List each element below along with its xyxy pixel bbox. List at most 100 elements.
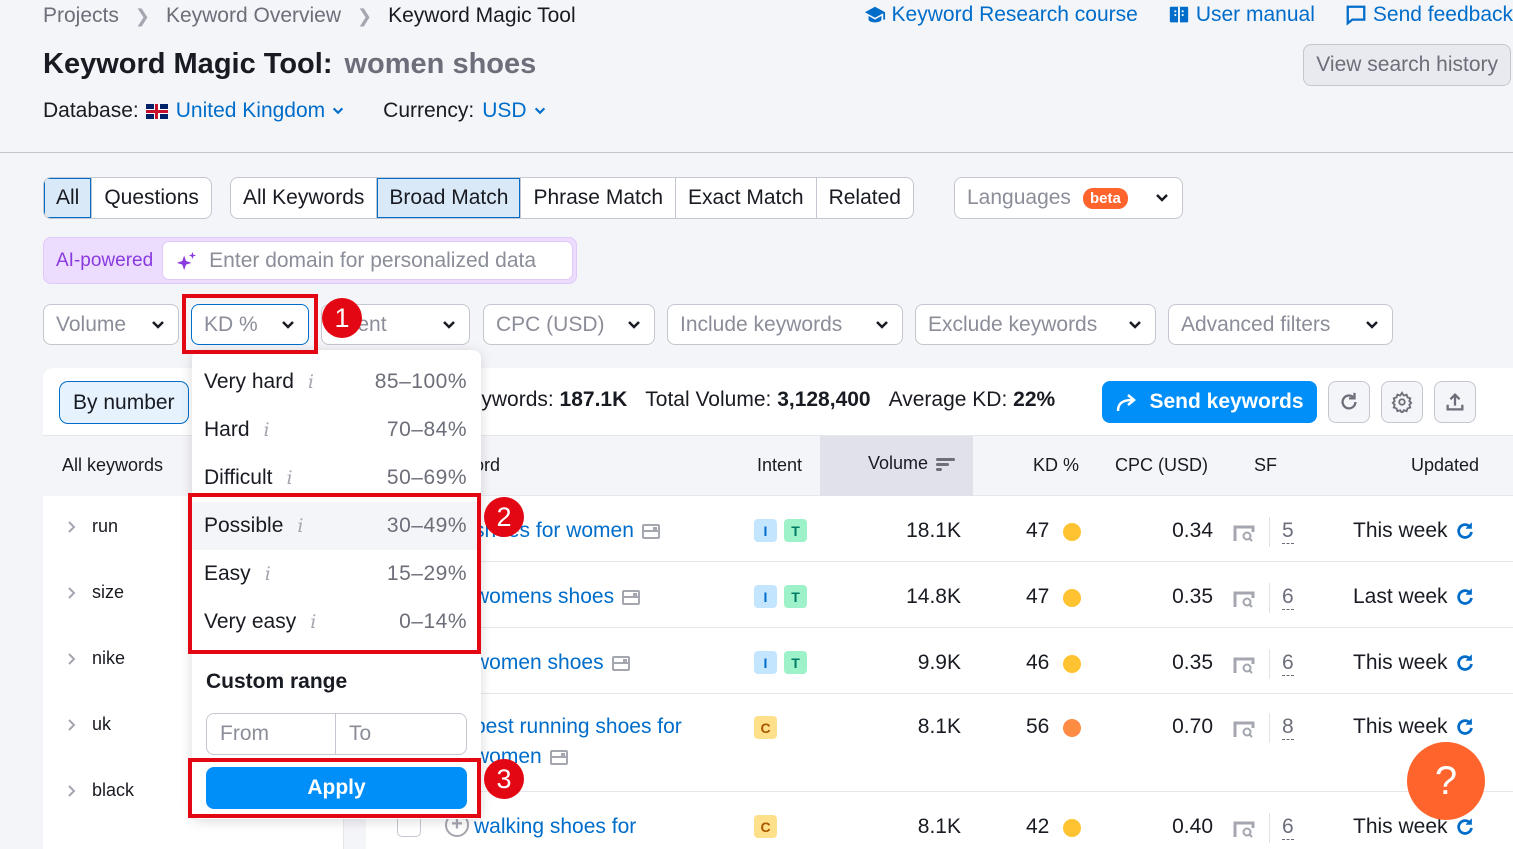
kd-option-range: 70–84% xyxy=(386,418,467,441)
chevron-right-icon xyxy=(68,784,76,797)
send-keywords-button[interactable]: Send keywords xyxy=(1102,381,1317,423)
cpc-value: 0.35 xyxy=(1172,651,1213,674)
column-kd[interactable]: KD % xyxy=(1033,455,1079,476)
serp-preview-icon[interactable] xyxy=(549,749,568,765)
tab-broad-match[interactable]: Broad Match xyxy=(377,178,522,218)
beta-badge: beta xyxy=(1082,187,1128,209)
sf-divider xyxy=(1269,813,1270,843)
uk-flag-icon xyxy=(145,103,168,119)
summary-kd: Average KD: 22% xyxy=(888,388,1056,411)
updated-value: This week xyxy=(1353,651,1448,674)
column-volume-label: Volume xyxy=(868,453,929,473)
chevron-right-icon xyxy=(68,520,76,533)
annotation-badge-2: 2 xyxy=(484,497,524,537)
sidebar-item-size[interactable]: size xyxy=(66,582,124,603)
kd-from-input[interactable]: From xyxy=(206,713,336,755)
info-icon[interactable]: i xyxy=(286,467,292,489)
serp-features-icon[interactable] xyxy=(1233,820,1255,838)
help-button[interactable]: ? xyxy=(1407,742,1485,820)
filter-exclude-keywords[interactable]: Exclude keywords xyxy=(915,304,1156,345)
filter-include-label: Include keywords xyxy=(680,312,843,336)
languages-select[interactable]: Languages beta xyxy=(954,177,1183,219)
kd-to-input[interactable]: To xyxy=(335,713,467,755)
serp-features-icon[interactable] xyxy=(1233,590,1255,608)
currency-select[interactable]: USD xyxy=(482,99,546,123)
export-button[interactable] xyxy=(1434,381,1476,423)
sf-count[interactable]: 5 xyxy=(1282,519,1294,544)
column-sf[interactable]: SF xyxy=(1254,455,1277,476)
sf-count[interactable]: 6 xyxy=(1282,815,1294,840)
sidebar-item-black[interactable]: black xyxy=(66,780,134,801)
updated-cell: This week xyxy=(1353,815,1476,839)
refresh-icon[interactable] xyxy=(1454,586,1476,608)
refresh-button[interactable] xyxy=(1328,381,1370,423)
keyword-research-course-link[interactable]: Keyword Research course xyxy=(864,3,1138,27)
chevron-down-icon xyxy=(876,320,888,329)
keyword-link[interactable]: walking shoes for xyxy=(474,812,714,842)
sidebar-item-run[interactable]: run xyxy=(66,516,118,537)
serp-features-icon[interactable] xyxy=(1233,524,1255,542)
tab-all[interactable]: All xyxy=(44,178,93,218)
user-manual-link[interactable]: User manual xyxy=(1168,3,1315,27)
by-number-toggle[interactable]: By number xyxy=(59,381,189,424)
column-updated[interactable]: Updated xyxy=(1411,455,1479,476)
settings-button[interactable] xyxy=(1381,381,1423,423)
refresh-icon[interactable] xyxy=(1454,652,1476,674)
tab-exact-match[interactable]: Exact Match xyxy=(676,178,817,218)
updated-value: This week xyxy=(1353,815,1448,838)
summary-volume: Total Volume: 3,128,400 xyxy=(645,388,871,411)
refresh-icon[interactable] xyxy=(1454,716,1476,738)
info-icon[interactable]: i xyxy=(308,371,314,393)
keyword-link[interactable]: womens shoes xyxy=(474,582,714,612)
breadcrumb-keyword-overview[interactable]: Keyword Overview xyxy=(166,4,341,28)
sort-descending-icon xyxy=(936,457,956,471)
serp-features-icon[interactable] xyxy=(1233,720,1255,738)
send-feedback-label: Send feedback xyxy=(1372,3,1513,26)
filter-advanced[interactable]: Advanced filters xyxy=(1168,304,1393,345)
tab-related[interactable]: Related xyxy=(817,178,913,218)
filter-volume[interactable]: Volume xyxy=(43,304,179,345)
sidebar-item-uk[interactable]: uk xyxy=(66,714,111,735)
tab-questions[interactable]: Questions xyxy=(92,178,211,218)
serp-features-icon[interactable] xyxy=(1233,656,1255,674)
refresh-icon[interactable] xyxy=(1454,816,1476,838)
keyword-link[interactable]: women shoes xyxy=(474,648,714,678)
tab-phrase-match[interactable]: Phrase Match xyxy=(521,178,677,218)
sf-count[interactable]: 6 xyxy=(1282,651,1294,676)
kd-value: 47 xyxy=(1026,519,1050,542)
annotation-highlight-1 xyxy=(182,294,318,354)
kd-option-hard[interactable]: Hard i 70–84% xyxy=(192,406,481,454)
breadcrumb-current: Keyword Magic Tool xyxy=(388,4,576,27)
tab-all-keywords[interactable]: All Keywords xyxy=(231,178,378,218)
serp-preview-icon[interactable] xyxy=(622,589,641,605)
send-feedback-link[interactable]: Send feedback xyxy=(1345,3,1513,27)
filter-include-keywords[interactable]: Include keywords xyxy=(667,304,903,345)
table-row: shoes for women I T 18.1K 47 0.34 5 This week xyxy=(366,496,1513,562)
breadcrumb-projects[interactable]: Projects xyxy=(43,4,119,28)
column-volume[interactable]: Volume xyxy=(868,453,956,474)
column-cpc[interactable]: CPC (USD) xyxy=(1115,455,1208,476)
top-links: Keyword Research course User manual Send… xyxy=(864,3,1513,27)
serp-preview-icon[interactable] xyxy=(611,655,630,671)
refresh-icon[interactable] xyxy=(1454,520,1476,542)
serp-preview-icon[interactable] xyxy=(641,523,660,539)
view-search-history-button[interactable]: View search history xyxy=(1303,44,1511,86)
kd-option-very-hard[interactable]: Very hard i 85–100% xyxy=(192,358,481,406)
kd-option-label: Hard xyxy=(204,418,250,441)
sf-count[interactable]: 8 xyxy=(1282,715,1294,740)
filter-cpc[interactable]: CPC (USD) xyxy=(483,304,655,345)
info-icon[interactable]: i xyxy=(264,419,270,441)
domain-input[interactable]: Enter domain for personalized data xyxy=(162,241,573,280)
database-select[interactable]: United Kingdom xyxy=(176,99,345,123)
sf-count[interactable]: 6 xyxy=(1282,585,1294,610)
kd-difficulty-dot xyxy=(1063,589,1081,607)
chevron-right-icon xyxy=(68,718,76,731)
column-intent[interactable]: Intent xyxy=(757,455,802,476)
intent-badge-t: T xyxy=(784,519,807,542)
sidebar-item-nike[interactable]: nike xyxy=(66,648,125,669)
updated-value: This week xyxy=(1353,715,1448,738)
book-icon xyxy=(1169,6,1188,25)
volume-value: 8.1K xyxy=(917,715,961,738)
annotation-highlight-2 xyxy=(188,493,481,654)
filter-advanced-label: Advanced filters xyxy=(1181,312,1331,336)
